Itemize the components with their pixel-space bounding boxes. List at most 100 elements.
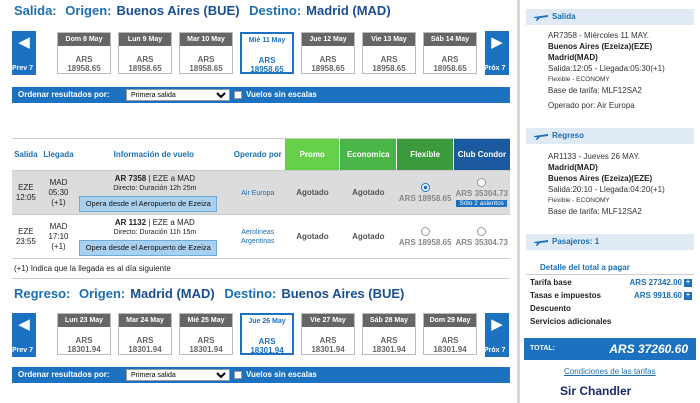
services-row: Servicios adicionales — [530, 317, 612, 326]
sidebar-inbound-details: AR1133 - Jueves 26 MAY. Madrid(MAD) Buen… — [548, 152, 665, 216]
day-price: ARS 18301.94 — [372, 336, 406, 354]
seats-badge: Sólo 2 asientos — [456, 200, 507, 207]
plane-icon — [534, 240, 548, 246]
chevron-left-icon: ◀ — [18, 316, 30, 333]
col-operado: Operado por — [230, 138, 286, 171]
sidebar-inbound-header: Regreso — [526, 128, 694, 144]
outbound-title: Salida: Origen: Buenos Aires (BUE) Destin… — [14, 3, 391, 18]
outbound-order-bar: Ordenar resultados por: Primera salida V… — [12, 87, 510, 103]
day-option[interactable]: Vie 27 May ARS 18301.94 — [301, 313, 355, 355]
col-flexible: Flexible — [396, 138, 454, 171]
operator-link[interactable]: Aerolineas — [230, 228, 285, 237]
day-option[interactable]: Vie 13 May ARS 18958.65 — [362, 32, 416, 74]
day-price: ARS 18301.94 — [311, 336, 345, 354]
outbound-nonstop-checkbox[interactable] — [234, 91, 242, 99]
club-fare-radio[interactable] — [477, 226, 487, 236]
day-date: Mar 24 May — [119, 314, 171, 327]
inbound-origin: Madrid (MAD) — [130, 286, 215, 301]
day-date: Mié 25 May — [180, 314, 232, 327]
plus-icon[interactable]: + — [684, 279, 692, 287]
flight-table: Salida Llegada Información de vuelo Oper… — [12, 138, 510, 259]
day-price: ARS 18958.65 — [67, 55, 101, 73]
col-promo: Promo — [285, 138, 341, 171]
flight-number: AR 1132 — [114, 217, 147, 227]
total-detail-title: Detalle del total a pagar — [540, 263, 630, 272]
divider — [12, 278, 510, 279]
watermark: Sir Chandler — [560, 384, 632, 398]
day-date: Mié 11 May — [242, 34, 292, 47]
table-row[interactable]: EZE 23:55 MAD 17:10 (+1) AR 1132 | EZE a MA… — [12, 214, 510, 259]
outbound-origin: Buenos Aires (BUE) — [116, 3, 240, 18]
day-price: ARS 18301.94 — [67, 336, 101, 354]
day-date: Jue 26 May — [242, 315, 292, 328]
operator-link[interactable]: Air Europa — [241, 190, 274, 197]
day-date: Vie 13 May — [363, 33, 415, 46]
inbound-nonstop-checkbox[interactable] — [234, 371, 242, 379]
total-bar: TOTAL: ARS 37260.60 — [524, 338, 696, 360]
day-price: ARS 18958.65 — [250, 56, 284, 74]
day-price: ARS 18301.94 — [128, 336, 162, 354]
sidebar-outbound-details: AR7358 - Miércoles 11 MAY. Buenos Aires … — [548, 31, 665, 110]
col-salida: Salida — [12, 138, 40, 171]
day-option[interactable]: Mié 25 May ARS 18301.94 — [179, 313, 233, 355]
chevron-left-icon: ◀ — [18, 34, 30, 51]
col-economica: Economica — [339, 138, 398, 171]
taxes-row: Tasas e impuestos ARS 9918.60 + — [530, 291, 692, 300]
sidebar-passengers[interactable]: Pasajeros: 1 — [526, 234, 694, 250]
day-option[interactable]: Mar 10 May ARS 18958.65 — [179, 32, 233, 74]
outbound-prev-button[interactable]: ◀ Prev 7 — [12, 31, 36, 75]
fare-base-row: Tarifa base ARS 27342.00 + — [530, 278, 692, 287]
day-option[interactable]: Sáb 28 May ARS 18301.94 — [362, 313, 416, 355]
inbound-order-select[interactable]: Primera salida — [126, 369, 230, 381]
day-option[interactable]: Sáb 14 May ARS 18958.65 — [423, 32, 477, 74]
day-date: Dom 29 May — [424, 314, 476, 327]
club-fare-radio[interactable] — [477, 178, 487, 187]
day-option[interactable]: Mar 24 May ARS 18301.94 — [118, 313, 172, 355]
day-date: Lun 23 May — [58, 314, 110, 327]
chevron-right-icon: ▶ — [491, 34, 503, 51]
col-club-condor: Club Condor — [453, 138, 510, 171]
outbound-next-button[interactable]: ▶ Próx 7 — [484, 31, 509, 75]
day-date: Sáb 28 May — [363, 314, 415, 327]
day-option[interactable]: Jue 12 May ARS 18958.65 — [301, 32, 355, 74]
day-date: Sáb 14 May — [424, 33, 476, 46]
day-option[interactable]: Lun 9 May ARS 18958.65 — [118, 32, 172, 74]
day-date: Mar 10 May — [180, 33, 232, 46]
flexible-fare-radio[interactable] — [420, 182, 430, 192]
day-date: Jue 12 May — [302, 33, 354, 46]
chevron-right-icon: ▶ — [491, 316, 503, 333]
airport-notice: Opera desde el Aeropuerto de Ezeiza — [79, 195, 218, 212]
plus-icon[interactable]: + — [684, 292, 692, 300]
flight-results-panel: Salida: Origen: Buenos Aires (BUE) Destin… — [0, 0, 517, 403]
inbound-order-bar: Ordenar resultados por: Primera salida V… — [12, 367, 510, 383]
summary-sidebar: Salida AR7358 - Miércoles 11 MAY. Buenos… — [520, 0, 700, 403]
flight-number: AR 7358 — [114, 173, 147, 183]
day-price: ARS 18958.65 — [433, 55, 467, 73]
day-price: ARS 18958.65 — [372, 55, 406, 73]
day-price: ARS 18301.94 — [433, 336, 467, 354]
inbound-title: Regreso: Origen: Madrid (MAD) Destino: Bue… — [14, 286, 405, 301]
inbound-next-button[interactable]: ▶ Próx 7 — [484, 313, 509, 357]
day-date: Dom 8 May — [58, 33, 110, 46]
table-header-row: Salida Llegada Información de vuelo Oper… — [12, 138, 510, 171]
day-price: ARS 18301.94 — [189, 336, 223, 354]
day-option[interactable]: Lun 23 May ARS 18301.94 — [57, 313, 111, 355]
day-date: Vie 27 May — [302, 314, 354, 327]
outbound-order-select[interactable]: Primera salida — [126, 89, 230, 101]
total-amount: ARS 37260.60 — [609, 342, 688, 356]
fare-conditions-link[interactable]: Condiciones de las tarifas — [564, 367, 656, 376]
col-info: Información de vuelo — [77, 138, 231, 171]
day-price: ARS 18301.94 — [250, 337, 284, 355]
day-option[interactable]: Dom 29 May ARS 18301.94 — [423, 313, 477, 355]
airport-notice: Opera desde el Aeropuerto de Ezeiza — [79, 239, 218, 256]
day-option[interactable]: Dom 8 May ARS 18958.65 — [57, 32, 111, 74]
day-price: ARS 18958.65 — [128, 55, 162, 73]
plane-icon — [534, 15, 548, 21]
flexible-fare-radio[interactable] — [420, 226, 430, 236]
day-option[interactable]: Jue 26 May ARS 18301.94 — [240, 313, 294, 355]
inbound-prev-button[interactable]: ◀ Prev 7 — [12, 313, 36, 357]
day-price: ARS 18958.65 — [311, 55, 345, 73]
outbound-destination: Madrid (MAD) — [306, 3, 391, 18]
day-option[interactable]: Mié 11 May ARS 18958.65 — [240, 32, 294, 74]
table-row[interactable]: EZE 12:05 MAD 05:30 (+1) AR 7358 | EZE a MA… — [12, 170, 510, 215]
